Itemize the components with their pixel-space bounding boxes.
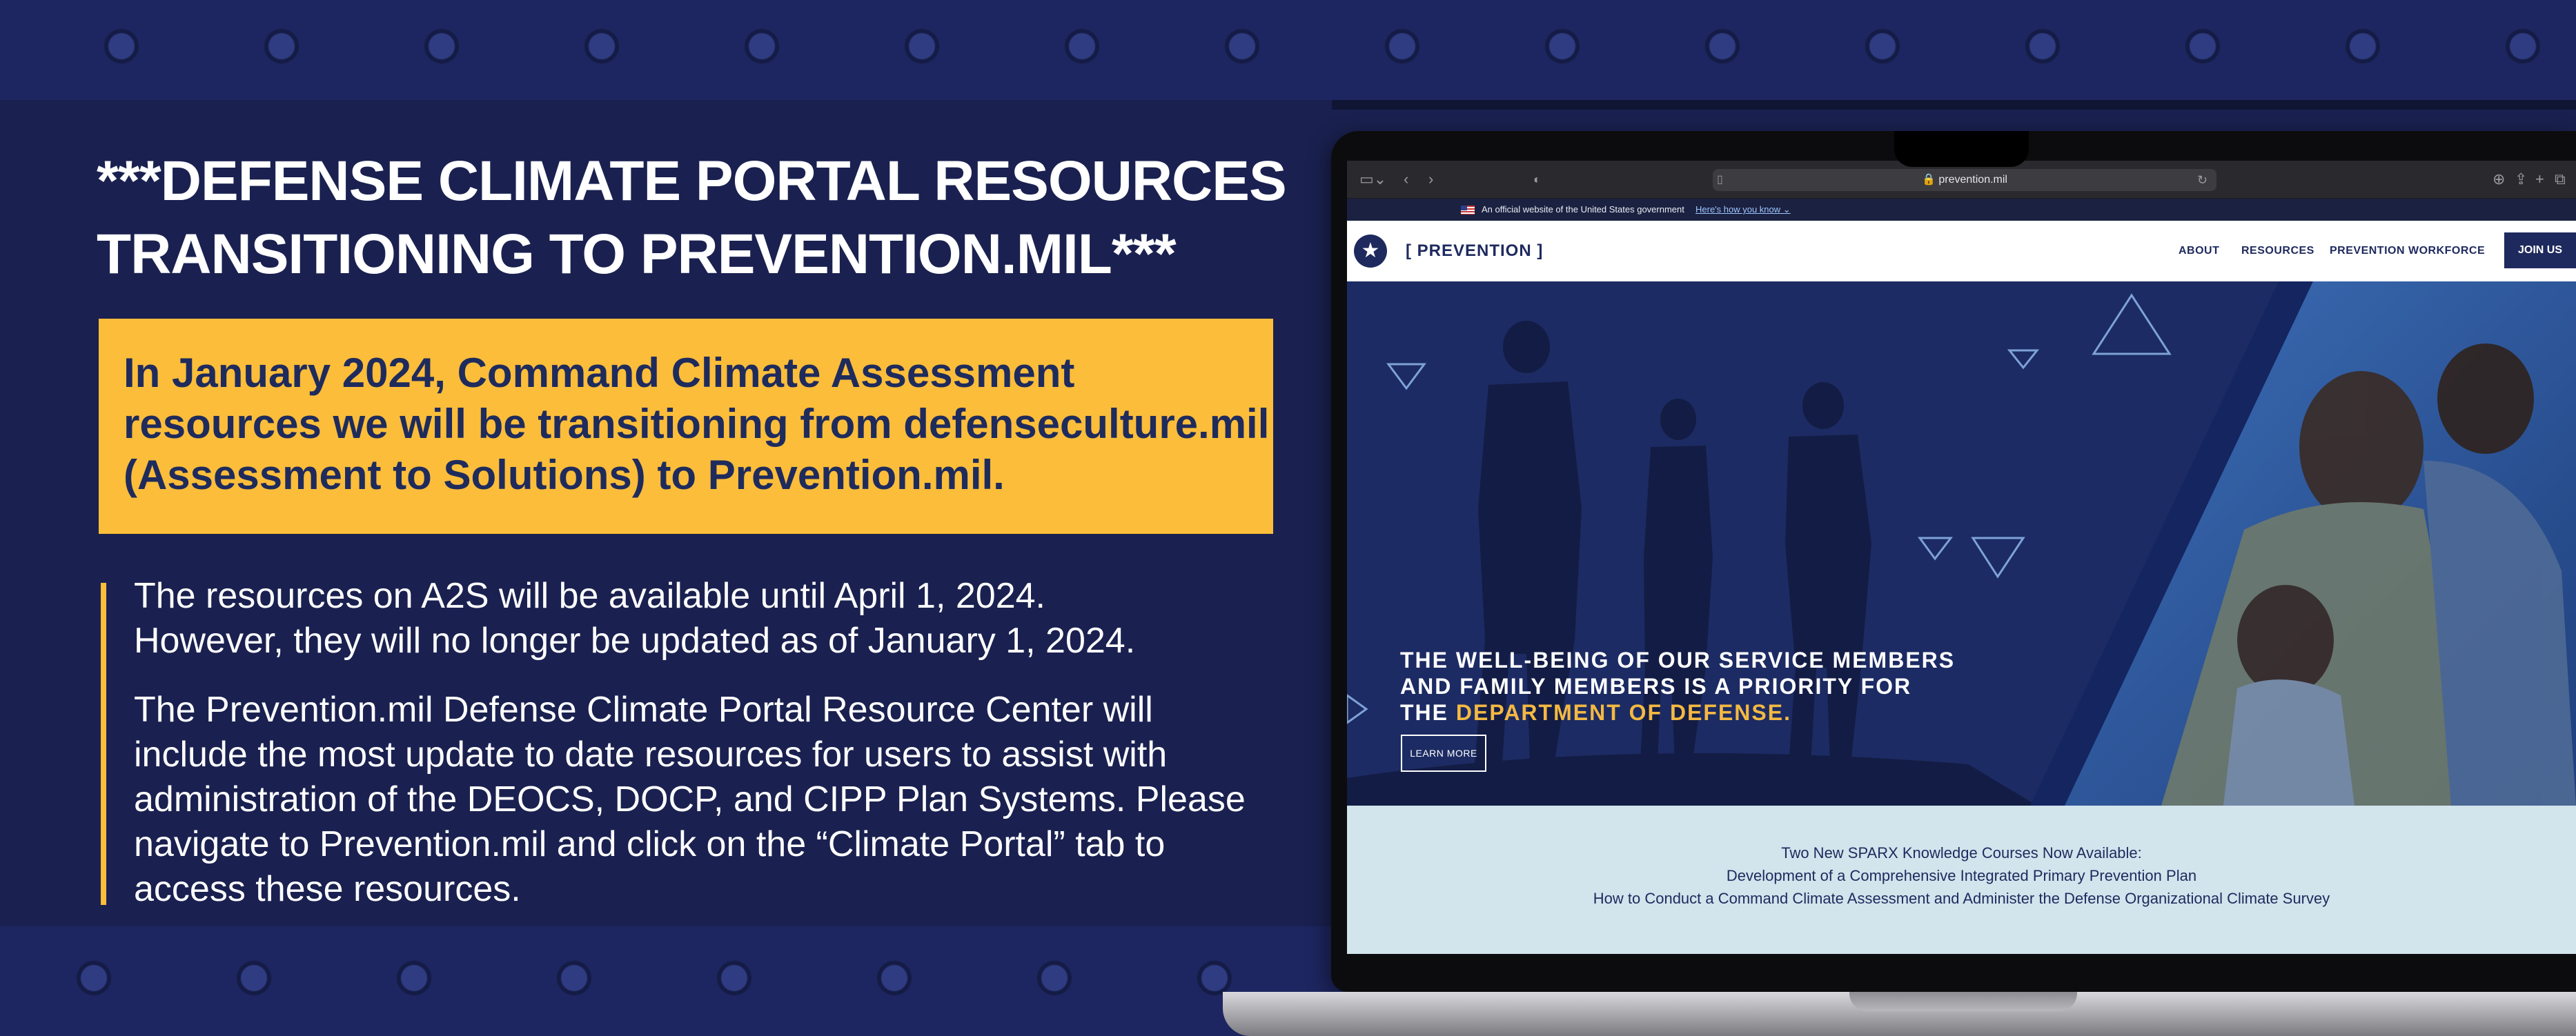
learn-more-button[interactable]: LEARN MORE bbox=[1401, 735, 1486, 772]
hero-title-line-1: THE WELL-BEING OF OUR SERVICE MEMBERS bbox=[1400, 648, 1956, 673]
nav-resources[interactable]: RESOURCES bbox=[2241, 221, 2314, 281]
address-bar-url: 🔒 prevention.mil bbox=[1922, 174, 2007, 186]
nav-about[interactable]: ABOUT bbox=[2179, 221, 2219, 281]
callout-line-3: (Assessment to Solutions) to Prevention.… bbox=[124, 452, 1005, 498]
hero-title-suffix: . bbox=[1784, 700, 1791, 725]
gov-banner-link[interactable]: Here's how you know ⌄ bbox=[1695, 199, 1791, 221]
headline-line-2: TRANSITIONING TO PREVENTION.MIL*** bbox=[97, 223, 1177, 286]
body-p2-line-4: navigate to Prevention.mil and click on … bbox=[134, 824, 1166, 864]
course-announcement: Two New SPARX Knowledge Courses Now Avai… bbox=[1347, 806, 2576, 954]
gov-banner-text: An official website of the United States… bbox=[1482, 204, 1684, 215]
hero-title: THE WELL-BEING OF OUR SERVICE MEMBERS AN… bbox=[1400, 647, 2021, 726]
hero-photo bbox=[1347, 281, 2576, 806]
sidebar-toggle-icon[interactable]: ▭⌄ bbox=[1359, 172, 1386, 187]
forward-icon[interactable]: › bbox=[1428, 172, 1433, 187]
hero-banner: THE WELL-BEING OF OUR SERVICE MEMBERS AN… bbox=[1347, 281, 2576, 806]
nav-prevention-workforce[interactable]: PREVENTION WORKFORCE bbox=[2330, 221, 2485, 281]
hero-title-highlight: DEPARTMENT OF DEFENSE bbox=[1455, 700, 1784, 725]
transition-callout: In January 2024, Command Climate Assessm… bbox=[99, 319, 1273, 534]
headline: ***DEFENSE CLIMATE PORTAL RESOURCES TRAN… bbox=[97, 145, 1332, 291]
back-icon[interactable]: ‹ bbox=[1404, 172, 1408, 187]
body-p2-line-3: administration of the DEOCS, DOCP, and C… bbox=[134, 779, 1246, 819]
body-p2-line-2: include the most update to date resource… bbox=[134, 735, 1168, 775]
headline-line-1: ***DEFENSE CLIMATE PORTAL RESOURCES bbox=[97, 150, 1287, 212]
hero-title-line-2: AND FAMILY MEMBERS IS A PRIORITY FOR bbox=[1400, 674, 1912, 699]
callout-line-1: In January 2024, Command Climate Assessm… bbox=[124, 350, 1075, 396]
announcement-link-1[interactable]: Development of a Comprehensive Integrate… bbox=[1347, 864, 2576, 887]
prevention-logo-icon[interactable] bbox=[1354, 235, 1387, 268]
body-p1-line-1: The resources on A2S will be available u… bbox=[134, 576, 1045, 616]
join-us-button[interactable]: JOIN US bbox=[2504, 232, 2576, 268]
body-p2-line-1: The Prevention.mil Defense Climate Porta… bbox=[134, 690, 1153, 730]
share-icon[interactable]: ⇪ bbox=[2515, 172, 2527, 187]
download-icon[interactable]: ⊕ bbox=[2493, 172, 2505, 187]
page-icon: ▯ bbox=[1717, 174, 1723, 186]
gov-banner: An official website of the United States… bbox=[1347, 199, 2576, 221]
body-p1-line-2: However, they will no longer be updated … bbox=[134, 621, 1136, 661]
riveted-band-top bbox=[0, 0, 2576, 100]
callout-line-2: resources we will be transitioning from … bbox=[124, 401, 1270, 447]
announcement-line-1: Two New SPARX Knowledge Courses Now Avai… bbox=[1781, 844, 2142, 861]
laptop-screen: ▭⌄ ‹ › ◐ 🔒 prevention.mil ▯ ↻ ⊕ ⇪ + ⧉ An… bbox=[1347, 161, 2576, 954]
accent-bar bbox=[101, 583, 106, 905]
body-text: The resources on A2S will be available u… bbox=[134, 574, 1307, 912]
body-p2-line-5: access these resources. bbox=[134, 869, 521, 909]
tabs-overview-icon[interactable]: ⧉ bbox=[2555, 172, 2566, 187]
shield-icon: ◐ bbox=[1533, 172, 1541, 186]
us-flag-icon bbox=[1461, 206, 1475, 215]
site-name[interactable]: [ PREVENTION ] bbox=[1406, 221, 1543, 281]
site-header: [ PREVENTION ] ABOUT RESOURCES PREVENTIO… bbox=[1347, 221, 2576, 281]
address-bar[interactable]: 🔒 prevention.mil ▯ ↻ bbox=[1713, 169, 2216, 191]
new-tab-icon[interactable]: + bbox=[2535, 172, 2544, 187]
reload-icon[interactable]: ↻ bbox=[2197, 172, 2208, 188]
laptop-opening-lip bbox=[1849, 992, 2077, 1011]
hero-title-line-3: THE DEPARTMENT OF DEFENSE. bbox=[1400, 699, 2021, 726]
hero-title-prefix: THE bbox=[1400, 700, 1456, 725]
announcement-link-2[interactable]: How to Conduct a Command Climate Assessm… bbox=[1347, 887, 2576, 910]
camera-notch bbox=[1894, 131, 2029, 167]
